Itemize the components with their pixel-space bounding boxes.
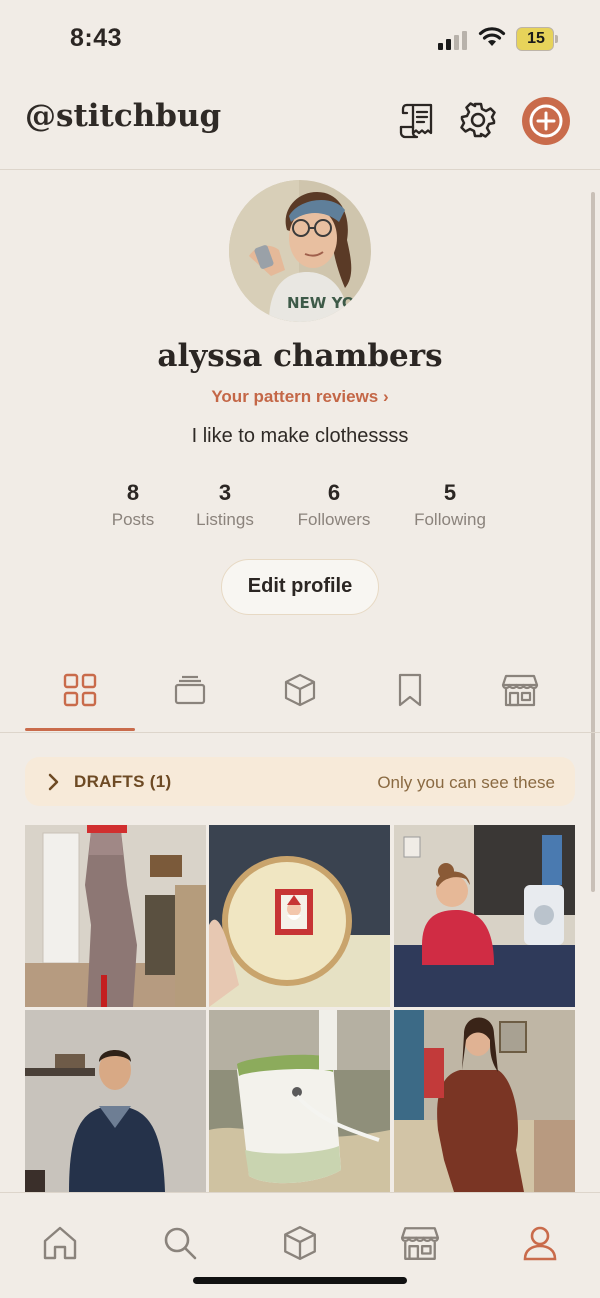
profile-tabs <box>0 660 600 733</box>
status-time: 8:43 <box>70 24 123 52</box>
nav-home[interactable] <box>38 1221 82 1265</box>
stat-value: 8 <box>126 480 140 505</box>
stat-listings[interactable]: 3 Listings <box>184 479 266 530</box>
drafts-bar[interactable]: DRAFTS (1) Only you can see these <box>25 757 575 806</box>
active-tab-indicator <box>25 728 135 731</box>
profile-icon <box>523 1226 557 1261</box>
nav-profile[interactable] <box>518 1221 562 1265</box>
profile-bio: I like to make clothessss <box>191 425 409 447</box>
tab-posts-grid[interactable] <box>25 660 135 733</box>
stat-following[interactable]: 5 Following <box>402 479 498 530</box>
grid-icon <box>63 673 97 707</box>
storefront-icon <box>501 674 539 707</box>
search-icon <box>164 1227 197 1260</box>
cards-stack-icon <box>174 675 206 705</box>
battery-indicator: 15 <box>516 27 558 51</box>
cellular-signal-icon <box>438 30 468 50</box>
drafts-note: Only you can see these <box>377 773 555 792</box>
create-post-button[interactable] <box>522 97 570 145</box>
stat-label: Listings <box>196 510 254 529</box>
post-thumbnail[interactable] <box>209 1010 390 1192</box>
profile-name: alyssa chambers <box>157 338 443 374</box>
storefront-icon <box>400 1227 440 1260</box>
scrollbar[interactable] <box>591 192 595 892</box>
stat-value: 5 <box>443 480 457 505</box>
avatar[interactable]: NEW YO <box>229 180 371 322</box>
home-icon <box>43 1226 77 1260</box>
stat-value: 6 <box>327 480 341 505</box>
stat-label: Following <box>414 510 486 529</box>
post-thumbnail[interactable] <box>394 1010 575 1192</box>
post-thumbnail[interactable] <box>25 825 206 1007</box>
status-bar: 8:43 15 <box>0 0 600 80</box>
wifi-icon <box>478 26 506 53</box>
tab-shop[interactable] <box>465 660 575 733</box>
battery-level: 15 <box>527 30 545 47</box>
username-handle: @stitchbug <box>25 98 222 134</box>
profile-header: @stitchbug <box>0 80 600 170</box>
tab-collections[interactable] <box>135 660 245 733</box>
tab-patterns[interactable] <box>245 660 355 733</box>
receipt-icon[interactable] <box>396 98 440 142</box>
stat-label: Posts <box>111 510 155 529</box>
bookmark-icon <box>398 673 422 707</box>
box-icon <box>284 1226 316 1260</box>
pattern-reviews-link[interactable]: Your pattern reviews › <box>0 387 600 407</box>
svg-text:NEW YO: NEW YO <box>287 294 355 312</box>
drafts-label: DRAFTS (1) <box>74 772 172 791</box>
nav-patterns[interactable] <box>278 1221 322 1265</box>
nav-shop[interactable] <box>398 1221 442 1265</box>
chevron-right-icon <box>48 773 59 791</box>
stat-followers[interactable]: 6 Followers <box>286 479 382 530</box>
plus-circle-icon <box>529 104 563 138</box>
stat-value: 3 <box>218 480 232 505</box>
settings-gear-icon[interactable] <box>456 98 500 142</box>
box-icon <box>284 673 316 707</box>
nav-search[interactable] <box>158 1221 202 1265</box>
post-thumbnail[interactable] <box>25 1010 206 1192</box>
home-indicator[interactable] <box>193 1277 407 1284</box>
post-thumbnail[interactable] <box>394 825 575 1007</box>
stat-label: Followers <box>297 510 371 529</box>
stat-posts[interactable]: 8 Posts <box>100 479 166 530</box>
post-thumbnail[interactable] <box>209 825 390 1007</box>
edit-profile-button[interactable]: Edit profile <box>221 559 379 615</box>
tab-saved[interactable] <box>355 660 465 733</box>
